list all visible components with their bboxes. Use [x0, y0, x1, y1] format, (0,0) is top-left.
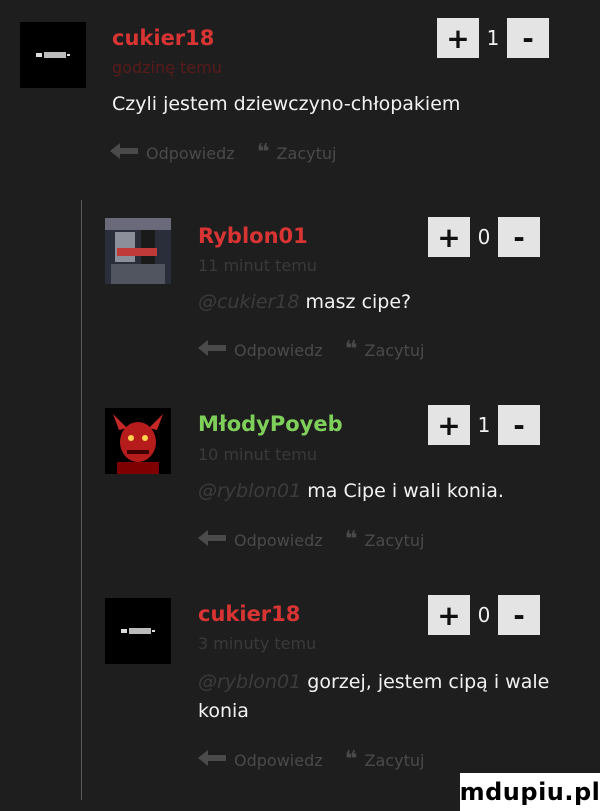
comment-actions: Odpowiedz ❝ Zacytuj	[198, 749, 425, 771]
timestamp: 3 minuty temu	[198, 634, 317, 653]
quote-icon[interactable]: ❝	[345, 749, 358, 771]
reply-icon[interactable]	[198, 750, 226, 770]
quote-link[interactable]: Zacytuj	[365, 751, 425, 770]
watermark: mdupiu.pl	[460, 773, 600, 811]
site-logo-icon	[121, 628, 155, 634]
upvote-button[interactable]: +	[428, 595, 470, 635]
mention[interactable]: @ryblon01	[198, 671, 301, 693]
username[interactable]: cukier18	[198, 602, 300, 626]
vote-box: + 0 -	[428, 595, 540, 635]
comment-text: @ryblon01 gorzej, jestem cipą i wale kon…	[198, 668, 573, 726]
comment-4: cukier18 3 minuty temu @ryblon01 gorzej,…	[0, 0, 600, 800]
downvote-button[interactable]: -	[498, 595, 540, 635]
vote-count: 0	[477, 603, 491, 627]
reply-link[interactable]: Odpowiedz	[234, 751, 323, 770]
avatar[interactable]	[105, 598, 171, 664]
